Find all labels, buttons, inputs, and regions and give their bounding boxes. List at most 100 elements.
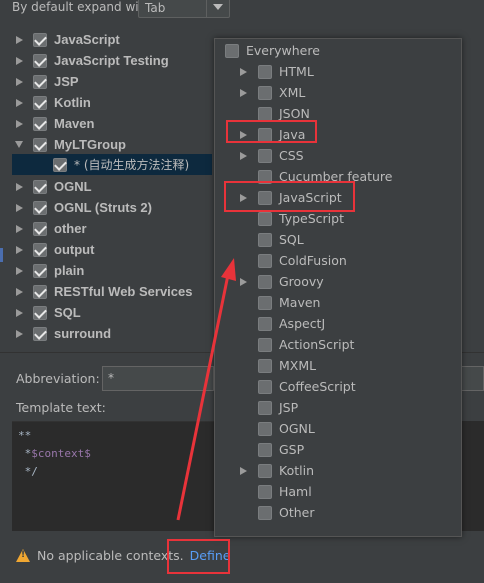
- context-item[interactable]: SQL: [240, 229, 304, 250]
- collapsed-arrow-icon[interactable]: [16, 77, 23, 86]
- context-item[interactable]: Kotlin: [240, 460, 314, 481]
- context-item[interactable]: OGNL: [240, 418, 315, 439]
- group-checkbox[interactable]: [33, 53, 47, 68]
- abbreviation-input-edge: [462, 366, 484, 391]
- editor-edge: [462, 421, 484, 531]
- context-item[interactable]: ActionScript: [240, 334, 354, 355]
- editor-line: *$context$: [18, 447, 91, 460]
- group-label: surround: [54, 326, 112, 341]
- collapsed-arrow-icon[interactable]: [16, 287, 23, 296]
- context-checkbox[interactable]: [258, 106, 272, 121]
- context-item[interactable]: Haml: [240, 481, 312, 502]
- context-item[interactable]: MXML: [240, 355, 316, 376]
- context-checkbox[interactable]: [258, 463, 272, 478]
- context-variable: $context$: [31, 447, 91, 460]
- collapsed-arrow-icon[interactable]: [240, 88, 247, 97]
- group-label: JavaScript Testing: [54, 53, 169, 68]
- context-label: CoffeeScript: [279, 379, 356, 394]
- context-checkbox[interactable]: [225, 43, 239, 58]
- context-item[interactable]: ColdFusion: [240, 250, 347, 271]
- group-checkbox[interactable]: [33, 32, 47, 47]
- context-checkbox[interactable]: [258, 253, 272, 268]
- context-checkbox[interactable]: [258, 358, 272, 373]
- group-label: other: [54, 221, 87, 236]
- context-label: MXML: [279, 358, 317, 373]
- context-item[interactable]: CoffeeScript: [240, 376, 356, 397]
- context-checkbox[interactable]: [258, 421, 272, 436]
- collapsed-arrow-icon[interactable]: [240, 151, 247, 160]
- context-item[interactable]: AspectJ: [240, 313, 325, 334]
- context-checkbox[interactable]: [258, 400, 272, 415]
- template-text-editor[interactable]: ** *$context$ */: [12, 421, 216, 531]
- group-checkbox[interactable]: [33, 200, 47, 215]
- abbreviation-label: Abbreviation:: [16, 371, 100, 386]
- context-checkbox[interactable]: [258, 148, 272, 163]
- context-label: AspectJ: [279, 316, 326, 331]
- collapsed-arrow-icon[interactable]: [16, 245, 23, 254]
- group-checkbox[interactable]: [33, 179, 47, 194]
- template-text-label: Template text:: [16, 400, 106, 415]
- context-label: ActionScript: [279, 337, 355, 352]
- collapsed-arrow-icon[interactable]: [240, 67, 247, 76]
- context-checkbox[interactable]: [258, 484, 272, 499]
- context-item[interactable]: CSS: [240, 145, 304, 166]
- group-checkbox[interactable]: [33, 221, 47, 236]
- context-item[interactable]: Other: [240, 502, 315, 523]
- collapsed-arrow-icon[interactable]: [16, 266, 23, 275]
- context-item[interactable]: XML: [240, 82, 305, 103]
- collapsed-arrow-icon[interactable]: [16, 98, 23, 107]
- group-checkbox[interactable]: [33, 116, 47, 131]
- context-checkbox[interactable]: [258, 505, 272, 520]
- context-checkbox[interactable]: [258, 85, 272, 100]
- collapsed-arrow-icon[interactable]: [16, 182, 23, 191]
- collapsed-arrow-icon[interactable]: [240, 277, 247, 286]
- context-item[interactable]: Groovy: [240, 271, 324, 292]
- expanded-arrow-icon[interactable]: [15, 141, 23, 148]
- template-item-selected[interactable]: * (自动生成方法注释): [53, 154, 189, 175]
- context-label: Other: [279, 505, 315, 520]
- collapsed-arrow-icon[interactable]: [16, 56, 23, 65]
- context-checkbox[interactable]: [258, 211, 272, 226]
- group-checkbox[interactable]: [33, 305, 47, 320]
- context-label: JSON: [279, 106, 310, 121]
- highlight-define-box: [167, 539, 230, 574]
- abbreviation-input[interactable]: *: [102, 366, 214, 391]
- group-checkbox[interactable]: [33, 242, 47, 257]
- collapsed-arrow-icon[interactable]: [16, 119, 23, 128]
- context-item[interactable]: HTML: [240, 61, 314, 82]
- context-item[interactable]: Maven: [240, 292, 320, 313]
- context-label: Haml: [279, 484, 312, 499]
- context-label: CSS: [279, 148, 304, 163]
- collapsed-arrow-icon[interactable]: [16, 329, 23, 338]
- collapsed-arrow-icon[interactable]: [16, 224, 23, 233]
- context-checkbox[interactable]: [258, 316, 272, 331]
- expand-with-select[interactable]: Tab: [138, 0, 230, 18]
- group-checkbox[interactable]: [33, 95, 47, 110]
- collapsed-arrow-icon[interactable]: [16, 203, 23, 212]
- group-checkbox[interactable]: [33, 284, 47, 299]
- context-checkbox[interactable]: [258, 64, 272, 79]
- context-checkbox[interactable]: [258, 274, 272, 289]
- context-item-everywhere[interactable]: Everywhere: [225, 40, 320, 61]
- context-item[interactable]: JSP: [240, 397, 298, 418]
- collapsed-arrow-icon[interactable]: [240, 466, 247, 475]
- context-label: Everywhere: [246, 43, 320, 58]
- context-item[interactable]: GSP: [240, 439, 304, 460]
- collapsed-arrow-icon[interactable]: [16, 308, 23, 317]
- expand-with-row: By default expand with: [12, 0, 151, 17]
- context-checkbox[interactable]: [258, 337, 272, 352]
- collapsed-arrow-icon[interactable]: [16, 35, 23, 44]
- context-checkbox[interactable]: [258, 295, 272, 310]
- group-checkbox[interactable]: [33, 263, 47, 278]
- template-item-label: * (自动生成方法注释): [74, 158, 190, 172]
- context-checkbox[interactable]: [258, 442, 272, 457]
- group-checkbox[interactable]: [33, 326, 47, 341]
- warning-icon: [16, 549, 30, 562]
- context-label: XML: [279, 85, 306, 100]
- context-checkbox[interactable]: [258, 232, 272, 247]
- template-item-checkbox[interactable]: [53, 157, 67, 172]
- group-checkbox[interactable]: [33, 137, 47, 152]
- context-checkbox[interactable]: [258, 379, 272, 394]
- group-checkbox[interactable]: [33, 74, 47, 89]
- highlight-javascript-box: [224, 181, 355, 212]
